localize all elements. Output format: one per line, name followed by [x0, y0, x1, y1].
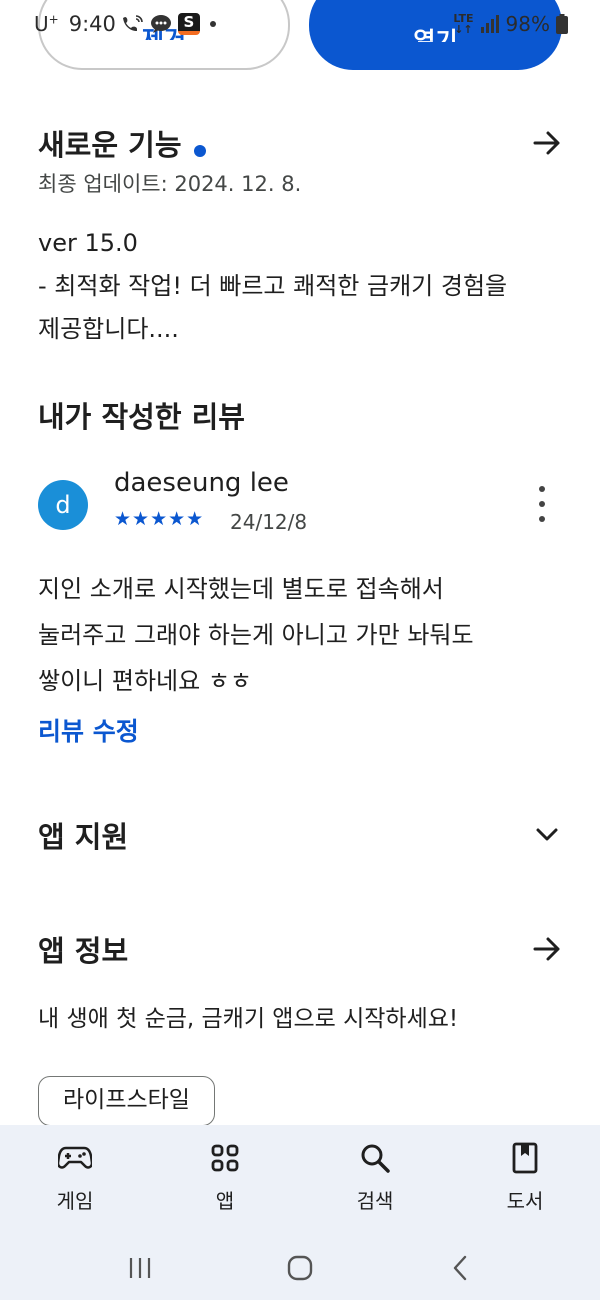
- nav-item-books[interactable]: 도서: [450, 1125, 600, 1214]
- nav-item-search[interactable]: 검색: [300, 1125, 450, 1214]
- back-button[interactable]: [430, 1248, 490, 1288]
- category-chip[interactable]: 라이프스타일: [38, 1076, 215, 1126]
- new-indicator-dot: [193, 144, 206, 157]
- app-info-header[interactable]: 앱 정보: [38, 928, 562, 970]
- release-notes: ver 15.0 - 최적화 작업! 더 빠르고 쾌적한 금캐기 경험을 제공합…: [38, 222, 578, 351]
- nav-label-apps: 앱: [215, 1189, 235, 1213]
- battery-percent: 98%: [505, 12, 550, 36]
- app-description: 내 생애 첫 순금, 금캐기 앱으로 시작하세요!: [38, 1006, 459, 1032]
- edit-review-link[interactable]: 리뷰 수정: [38, 712, 139, 748]
- chevron-down-icon[interactable]: [532, 820, 562, 850]
- app-support-title: 앱 지원: [38, 820, 129, 854]
- reviewer-name: daeseung lee: [114, 468, 289, 498]
- lte-icon: LTE ↓↑: [453, 12, 474, 36]
- signal-icon: [480, 15, 500, 33]
- more-vert-icon[interactable]: [530, 486, 554, 522]
- nav-label-books: 도서: [506, 1189, 544, 1213]
- bottom-navigation: 게임 앱 검색 도서: [0, 1125, 600, 1235]
- arrow-right-icon[interactable]: [532, 934, 562, 964]
- avatar: d: [38, 480, 88, 530]
- system-navigation-bar: [0, 1235, 600, 1300]
- nav-item-games[interactable]: 게임: [0, 1125, 150, 1214]
- search-icon: [358, 1141, 392, 1175]
- arrow-right-icon[interactable]: [532, 128, 562, 158]
- app-info-title: 앱 정보: [38, 934, 129, 968]
- review-date: 24/12/8: [230, 510, 308, 534]
- apps-grid-icon: [208, 1141, 242, 1175]
- carrier-label: U+: [34, 12, 59, 36]
- status-bar: U+ 9:40 S LTE ↓↑ 98%: [0, 0, 600, 48]
- last-updated: 최종 업데이트: 2024. 12. 8.: [38, 172, 302, 196]
- battery-icon: [556, 14, 568, 34]
- nav-label-games: 게임: [56, 1189, 94, 1213]
- gamepad-icon: [58, 1141, 92, 1175]
- clock: 9:40: [68, 12, 116, 36]
- whats-new-header[interactable]: 새로운 기능: [38, 122, 562, 164]
- wifi-call-icon: [122, 14, 144, 34]
- release-version: ver 15.0: [38, 229, 138, 257]
- star-rating: ★★★★★: [114, 508, 205, 530]
- more-notifications-dot: [209, 21, 216, 27]
- review-header: d daeseung lee ★★★★★ 24/12/8: [38, 466, 562, 536]
- my-review-title: 내가 작성한 리뷰: [38, 400, 245, 434]
- review-line-1: 지인 소개로 시작했는데 별도로 접속해서: [38, 575, 444, 603]
- nav-label-search: 검색: [356, 1189, 394, 1213]
- book-icon: [508, 1141, 542, 1175]
- message-icon: [150, 14, 172, 34]
- release-line-1: - 최적화 작업! 더 빠르고 쾌적한 금캐기 경험을: [38, 272, 508, 300]
- nav-item-apps[interactable]: 앱: [150, 1125, 300, 1214]
- home-button[interactable]: [270, 1248, 330, 1288]
- release-line-2: 제공합니다....: [38, 315, 179, 343]
- review-text: 지인 소개로 시작했는데 별도로 접속해서 눌러주고 그래야 하는게 아니고 가…: [38, 566, 562, 704]
- review-line-3: 쌓이니 편하네요 ㅎㅎ: [38, 667, 252, 695]
- review-line-2: 눌러주고 그래야 하는게 아니고 가만 놔둬도: [38, 621, 474, 649]
- app-detail-screen: 제거 열기 U+ 9:40 S LTE ↓↑ 98% 새로운 기능 최종 업데이…: [0, 0, 600, 1300]
- app-support-header[interactable]: 앱 지원: [38, 814, 562, 856]
- whats-new-title: 새로운 기능: [38, 128, 182, 162]
- app-notification-icon: S: [177, 13, 200, 35]
- recent-apps-button[interactable]: [110, 1248, 170, 1288]
